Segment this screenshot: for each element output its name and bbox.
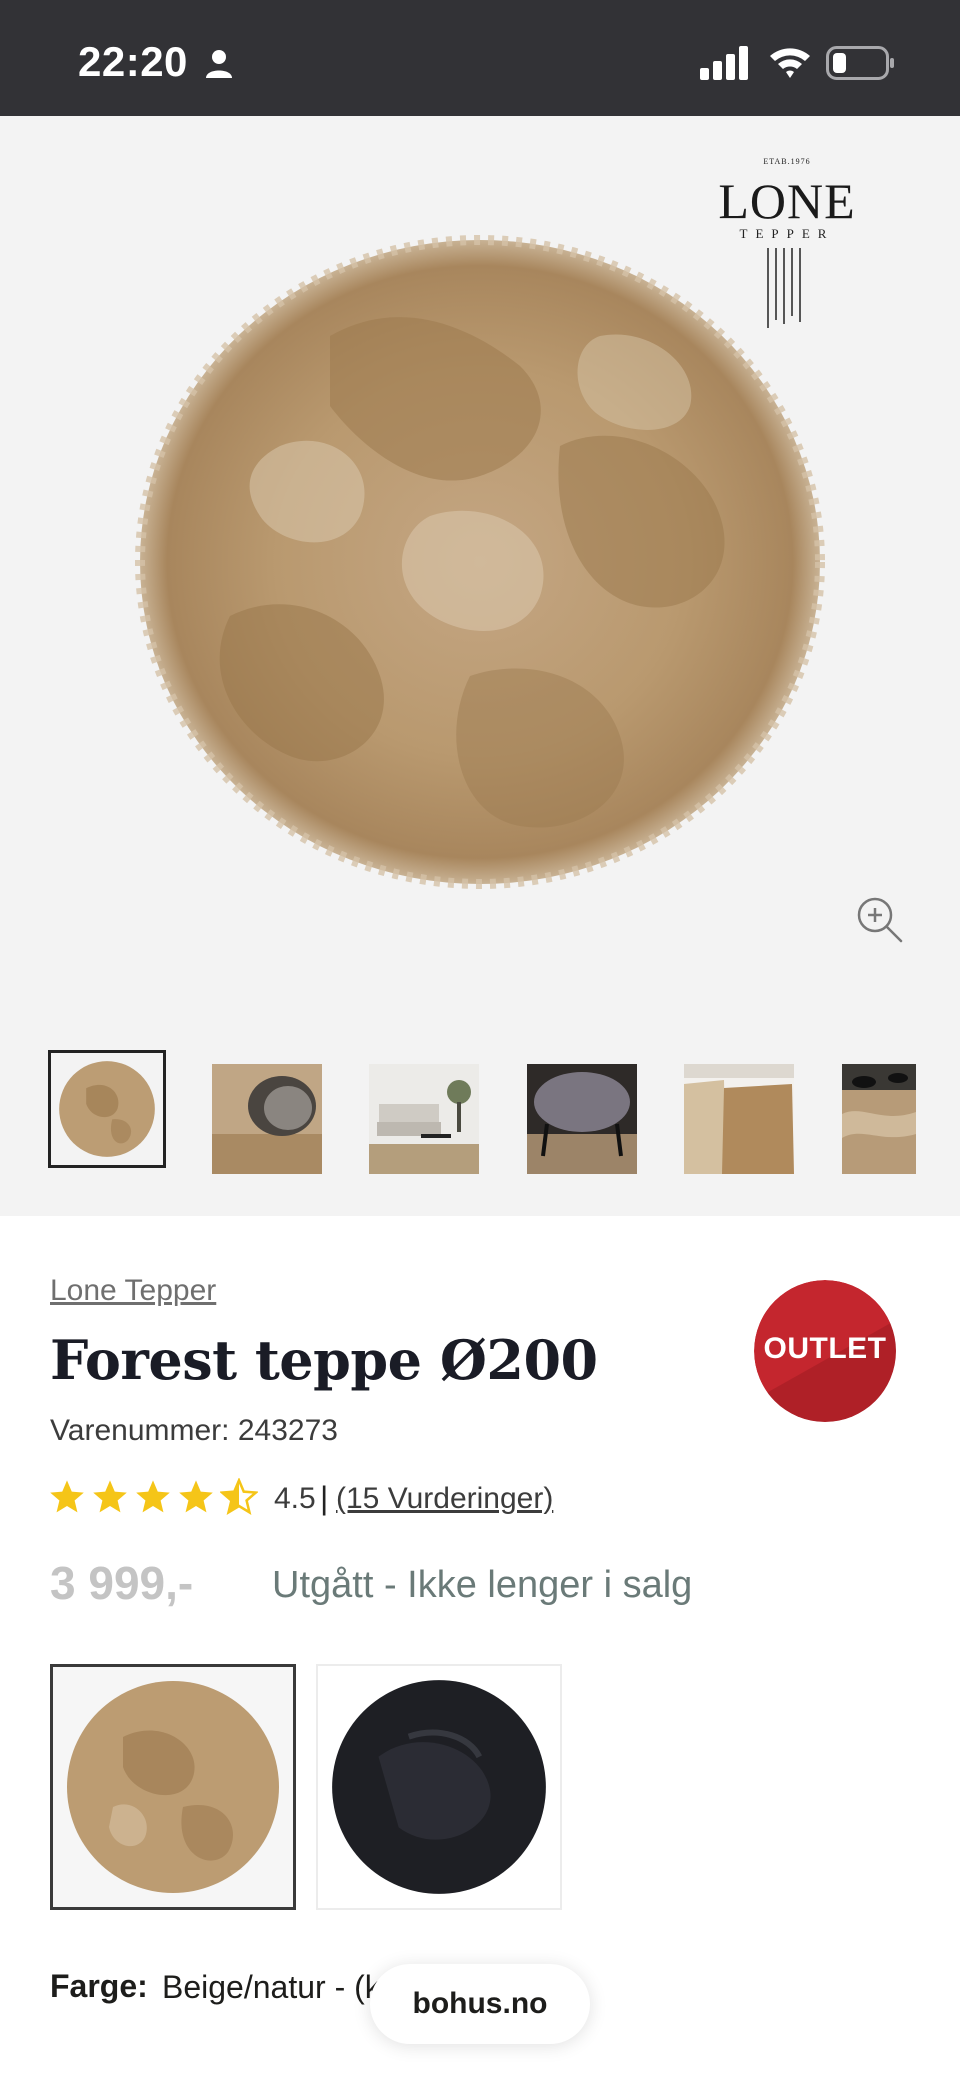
svg-text:LONE: LONE <box>718 173 855 229</box>
thumb-rug-with-stool[interactable] <box>212 1064 322 1174</box>
star-icon <box>93 1480 127 1513</box>
thumb-living-room[interactable] <box>369 1064 479 1174</box>
variant-beige[interactable] <box>50 1664 296 1910</box>
star-icon <box>136 1480 170 1513</box>
svg-text:ETAB.1976: ETAB.1976 <box>763 157 810 166</box>
color-label: Farge: <box>50 1968 148 2004</box>
reviews-link[interactable]: (15 Vurderinger) <box>336 1482 553 1516</box>
star-icon <box>50 1480 84 1513</box>
browser-domain-pill[interactable]: bohus.no <box>370 1964 590 2044</box>
rating-value: 4.5 <box>274 1482 316 1515</box>
status-bar: 22:20 <box>0 0 960 116</box>
battery-icon <box>826 46 894 80</box>
rating-separator: | <box>320 1480 329 1516</box>
half-star-icon <box>220 1478 258 1516</box>
wifi-icon <box>770 48 810 78</box>
product-gallery: ETAB.1976 LONE TEPPER <box>0 116 960 1216</box>
thumb-rug-detail[interactable] <box>842 1064 916 1174</box>
lone-tepper-logo: ETAB.1976 LONE TEPPER <box>718 157 855 328</box>
status-time: 22:20 <box>78 38 188 85</box>
person-icon <box>206 50 232 78</box>
variant-black[interactable] <box>316 1664 562 1910</box>
thumb-dark-stool[interactable] <box>527 1064 637 1174</box>
product-sku: Varenummer: 243273 <box>50 1414 338 1447</box>
stock-status: Utgått - Ikke lenger i salg <box>272 1564 693 1606</box>
product-info: Lone Tepper Forest teppe Ø200 Varenummer… <box>0 1216 960 2078</box>
thumb-rug-top-view[interactable] <box>48 1050 166 1168</box>
signal-icon <box>700 46 748 80</box>
product-price: 3 999,- <box>50 1557 194 1609</box>
brand-link[interactable]: Lone Tepper <box>50 1274 216 1308</box>
outlet-badge-label: OUTLET <box>763 1332 887 1365</box>
thumbnail-strip <box>0 1050 960 1180</box>
product-title: Forest teppe Ø200 <box>50 1328 598 1392</box>
outlet-badge: OUTLET <box>754 1280 896 1422</box>
rating-row: 4.5 | (15 Vurderinger) <box>48 1478 748 1518</box>
star-icon <box>179 1480 213 1513</box>
svg-text:TEPPER: TEPPER <box>740 226 835 241</box>
zoom-in-icon[interactable] <box>856 896 904 944</box>
thumb-rug-folded[interactable] <box>684 1064 794 1174</box>
